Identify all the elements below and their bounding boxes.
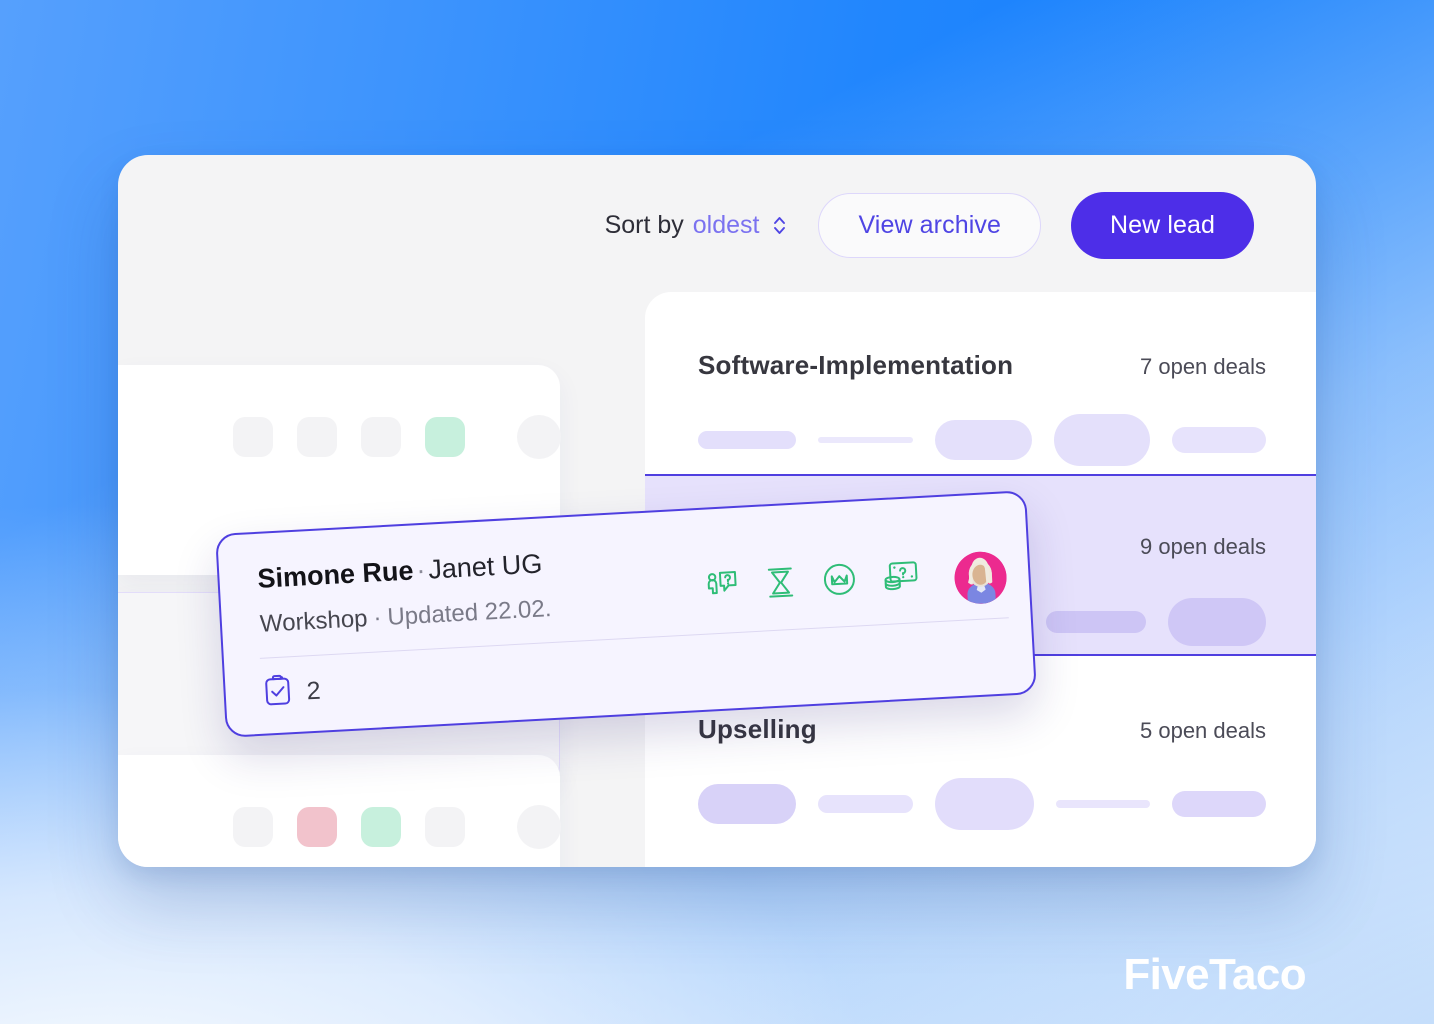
skeleton-pill bbox=[818, 795, 914, 813]
hourglass-icon[interactable] bbox=[764, 565, 798, 606]
subtitle-separator: · bbox=[372, 604, 383, 632]
fivetaco-logo: FiveTaco bbox=[1123, 950, 1306, 999]
task-count: 2 bbox=[305, 676, 322, 705]
open-deals-count: 5 open deals bbox=[1140, 718, 1266, 743]
swatch-gray bbox=[233, 417, 273, 457]
skeleton-pill bbox=[1054, 414, 1151, 466]
skeleton-pill bbox=[817, 437, 913, 443]
skeleton-pill bbox=[934, 420, 1033, 460]
lead-status-icons bbox=[704, 558, 920, 609]
view-archive-button[interactable]: View archive bbox=[818, 192, 1041, 258]
money-coins-icon[interactable] bbox=[881, 558, 919, 599]
sort-value[interactable]: oldest bbox=[693, 211, 760, 240]
crown-circle-icon[interactable] bbox=[822, 562, 858, 603]
lead-updated: Updated 22.02. bbox=[386, 595, 553, 631]
swatch-circle bbox=[517, 415, 561, 459]
skeleton-pill bbox=[698, 784, 797, 824]
swatch-circle bbox=[517, 805, 561, 849]
skeleton-placeholders bbox=[698, 778, 1266, 830]
open-deals-count: 7 open deals bbox=[1140, 354, 1266, 379]
open-deals-count: 9 open deals bbox=[1140, 534, 1266, 559]
skeleton-pill bbox=[935, 778, 1034, 830]
skeleton-pill bbox=[1055, 800, 1150, 808]
left-list-card-3[interactable] bbox=[118, 755, 561, 867]
swatch-row bbox=[233, 415, 561, 459]
clipboard-check-icon[interactable] bbox=[263, 673, 295, 713]
person-question-icon[interactable] bbox=[704, 568, 740, 609]
pipeline-row-header: Software-Implementation 7 open deals bbox=[698, 350, 1266, 381]
skeleton-placeholders bbox=[698, 414, 1266, 466]
new-lead-button[interactable]: New lead bbox=[1070, 191, 1254, 259]
pipeline-row[interactable]: Software-Implementation 7 open deals bbox=[645, 292, 1316, 474]
lead-stage: Workshop bbox=[259, 605, 369, 638]
sort-label: Sort by bbox=[604, 210, 684, 239]
pipeline-row-title: Software-Implementation bbox=[698, 350, 1014, 380]
toolbar: Sort by oldest View archive New lead bbox=[118, 155, 1316, 295]
swatch-mint bbox=[425, 417, 465, 457]
skeleton-pill bbox=[1168, 598, 1266, 646]
skeleton-pill bbox=[1171, 791, 1266, 817]
lead-card-footer: 2 bbox=[263, 672, 322, 713]
skeleton-pill bbox=[1046, 611, 1146, 633]
swatch-gray bbox=[297, 417, 337, 457]
pipeline-row-title: Upselling bbox=[698, 714, 817, 744]
swatch-mint bbox=[361, 807, 401, 847]
skeleton-pill bbox=[698, 431, 796, 449]
chevron-up-down-icon[interactable] bbox=[771, 213, 788, 238]
lead-person-name: Simone Rue bbox=[256, 555, 415, 594]
lead-card-title: Simone Rue·Janet UG bbox=[257, 548, 543, 594]
pipeline-row-header: Upselling 5 open deals bbox=[698, 714, 1266, 745]
title-separator: · bbox=[415, 554, 427, 586]
lead-card-subtitle: Workshop · Updated 22.02. bbox=[259, 595, 552, 639]
swatch-gray bbox=[233, 807, 273, 847]
lead-company: Janet UG bbox=[427, 548, 544, 585]
swatch-gray bbox=[361, 417, 401, 457]
sort-control[interactable]: Sort by oldest bbox=[605, 211, 789, 240]
swatch-row bbox=[233, 805, 561, 849]
skeleton-pill bbox=[1172, 427, 1266, 453]
swatch-pink bbox=[297, 807, 337, 847]
user-avatar[interactable] bbox=[953, 550, 1008, 606]
swatch-gray bbox=[425, 807, 465, 847]
